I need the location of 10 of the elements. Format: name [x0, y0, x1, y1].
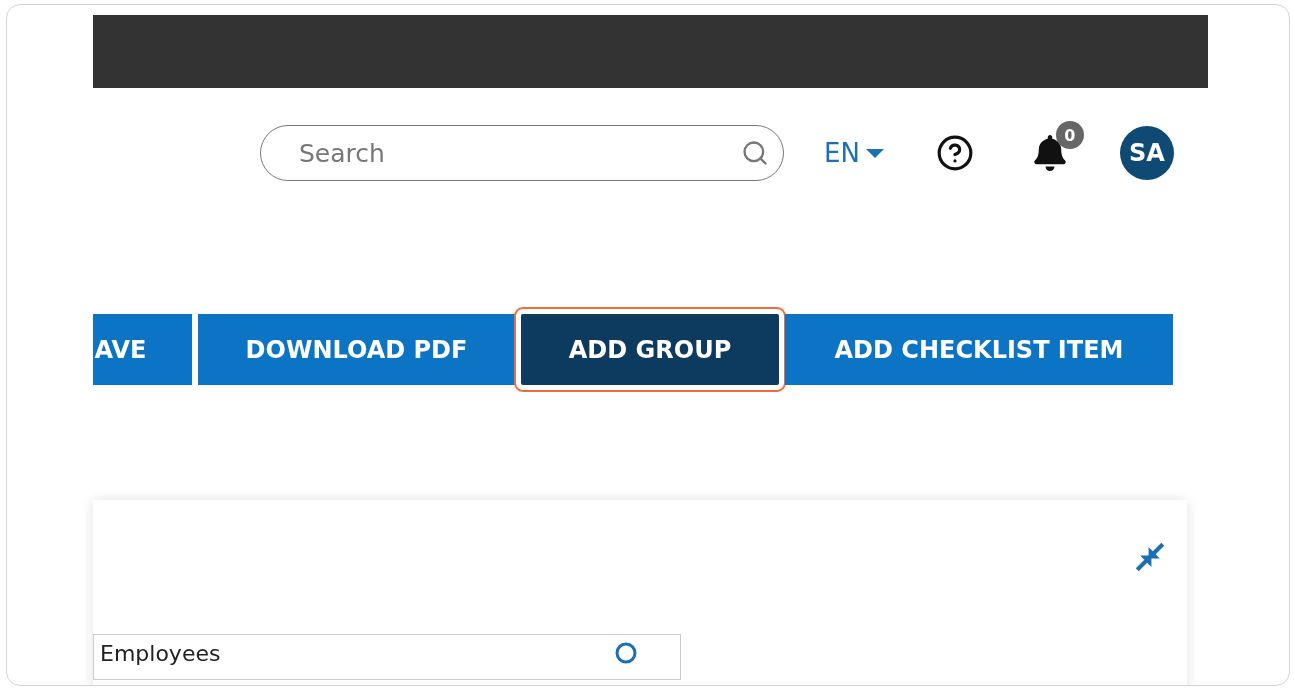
user-avatar[interactable]: SA [1119, 126, 1174, 180]
help-button[interactable] [935, 134, 974, 172]
compress-icon[interactable] [1133, 540, 1167, 574]
action-button[interactable]: ADD CHECKLIST ITEM [785, 314, 1173, 385]
employees-field[interactable]: Employees [93, 634, 681, 680]
language-dropdown[interactable]: EN [824, 138, 884, 168]
action-button[interactable]: AVE [93, 314, 192, 385]
action-button[interactable]: DOWNLOAD PDF [198, 314, 515, 385]
search-icon[interactable] [741, 139, 769, 167]
notification-badge: 0 [1055, 121, 1084, 149]
